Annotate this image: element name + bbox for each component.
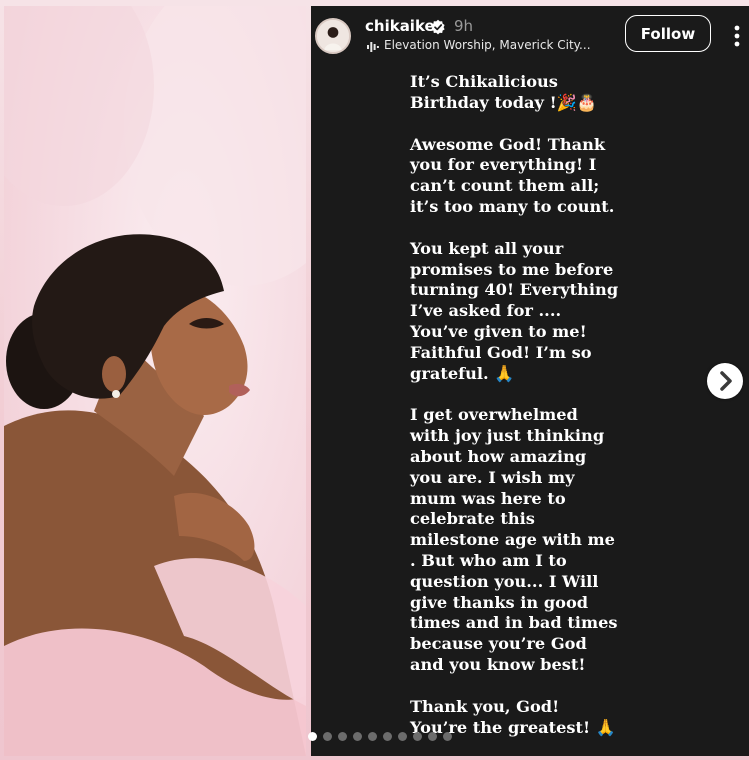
caption-paragraph: Awesome God! Thank you for everything! I… xyxy=(410,134,615,216)
post-time: 9h xyxy=(454,17,474,35)
caption-paragraph: It’s Chikalicious Birthday today !🎉🎂 xyxy=(410,72,597,112)
carousel-dots xyxy=(308,731,452,741)
music-track[interactable]: Elevation Worship, Maverick City... xyxy=(384,38,591,52)
carousel-dot[interactable] xyxy=(308,731,317,741)
chevron-right-icon xyxy=(720,371,732,391)
caption-paragraph: You kept all your promises to me before … xyxy=(410,238,619,383)
verified-badge-icon xyxy=(431,19,445,35)
carousel-dot[interactable] xyxy=(323,731,332,741)
next-slide-button[interactable] xyxy=(707,363,743,399)
carousel-dot[interactable] xyxy=(368,731,377,741)
more-vertical-icon[interactable] xyxy=(733,25,741,47)
avatar-image xyxy=(317,20,349,52)
carousel-dot[interactable] xyxy=(383,731,392,741)
screenshot-frame: chikaike 9h Elevation Worship, Maverick … xyxy=(0,0,749,760)
carousel-dot[interactable] xyxy=(398,731,407,741)
avatar[interactable] xyxy=(315,18,351,54)
portrait-photo xyxy=(4,6,306,756)
post-header: chikaike 9h Elevation Worship, Maverick … xyxy=(311,6,749,66)
music-bars-icon xyxy=(367,42,379,52)
username[interactable]: chikaike xyxy=(365,17,435,35)
caption-paragraph: I get overwhelmed with joy just thinking… xyxy=(410,405,618,674)
carousel-dot[interactable] xyxy=(443,731,452,741)
follow-button[interactable]: Follow xyxy=(625,15,711,52)
portrait-illustration xyxy=(4,6,306,756)
carousel-dot[interactable] xyxy=(413,731,422,741)
story-caption: It’s Chikalicious Birthday today !🎉🎂 Awe… xyxy=(410,72,620,756)
carousel-dot[interactable] xyxy=(338,731,347,741)
carousel-dot[interactable] xyxy=(353,731,362,741)
carousel-dot[interactable] xyxy=(428,731,437,741)
story-panel: chikaike 9h Elevation Worship, Maverick … xyxy=(311,6,749,756)
